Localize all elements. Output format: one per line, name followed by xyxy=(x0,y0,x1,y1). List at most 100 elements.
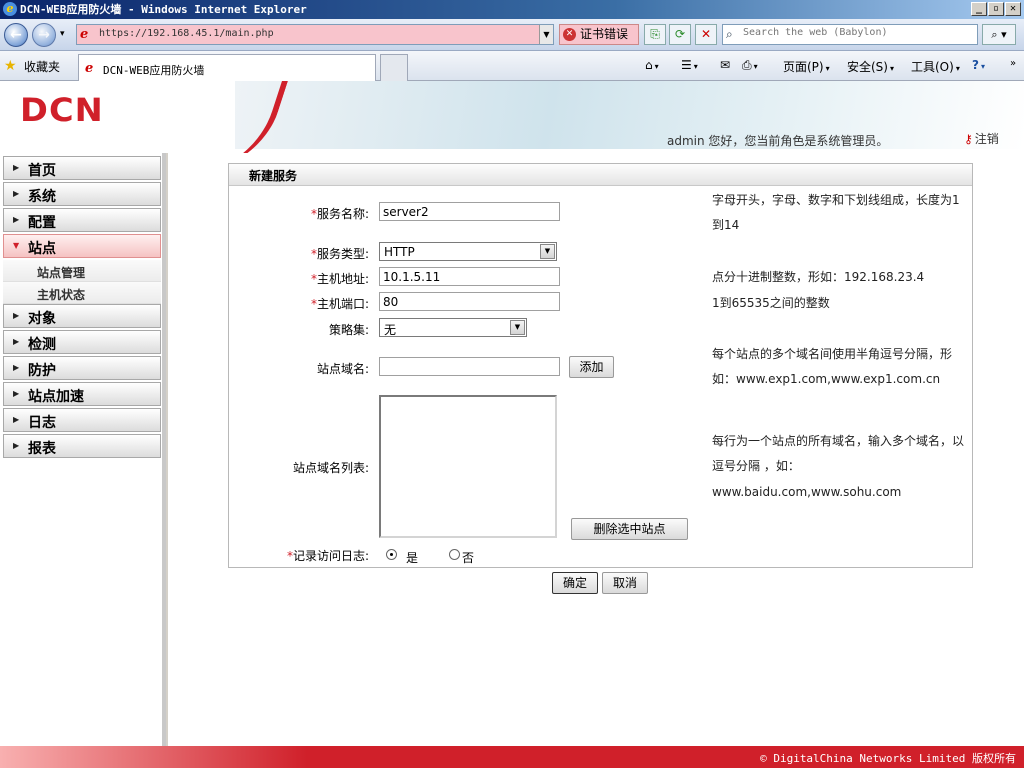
sidebar-subitem-site-management[interactable]: 站点管理 xyxy=(3,260,161,282)
panel-title: 新建服务 xyxy=(249,169,298,183)
policy-set-value: 无 xyxy=(384,323,397,337)
safety-menu-label: 安全(S) xyxy=(847,60,888,74)
maximize-button[interactable]: ▫ xyxy=(988,2,1004,16)
new-tab-button[interactable] xyxy=(380,54,408,81)
cancel-button[interactable]: 取消 xyxy=(602,572,648,594)
home-icon[interactable]: ⌂ ▾ xyxy=(645,58,659,72)
refresh-icon[interactable]: ⟳ xyxy=(669,24,691,45)
print-icon[interactable]: ⎙ ▾ xyxy=(742,58,758,73)
site-domain-help: 每个站点的多个域名间使用半角逗号分隔，形如：www.exp1.com,www.e… xyxy=(712,347,953,386)
sidebar-nav: ▶ 首页 ▶ 系统 ▶ 配置 ▼ 站点 站点管理 主机状态 ▶ 对象 ▶ 检测 ▶ 防护 ▶ 站… xyxy=(0,153,166,746)
page-menu-label: 页面(P) xyxy=(783,60,824,74)
service-type-label: *服务类型: xyxy=(269,245,369,262)
key-icon: ⚷ xyxy=(964,132,973,146)
sidebar-item-site-acceleration[interactable]: ▶ 站点加速 xyxy=(3,382,161,406)
site-domain-input[interactable] xyxy=(379,357,560,376)
help-icon[interactable]: ? ▾ xyxy=(972,58,985,72)
logout-label: 注销 xyxy=(974,132,999,146)
site-domain-label: 站点域名: xyxy=(316,362,369,376)
service-name-input[interactable] xyxy=(379,202,560,221)
chevron-down-icon: ▼ xyxy=(13,241,20,250)
chevron-right-icon: ▶ xyxy=(13,415,20,424)
access-log-no-label: 否 xyxy=(462,551,475,565)
chevron-down-icon: ▼ xyxy=(540,244,555,259)
host-address-help: 点分十进制整数，形如：192.168.23.4 xyxy=(712,270,925,284)
tools-menu[interactable]: 工具(O) ▾ xyxy=(911,58,960,75)
certificate-error-label: 证书错误 xyxy=(580,27,629,41)
label-text: 服务名称: xyxy=(316,207,369,221)
sidebar-item-home[interactable]: ▶ 首页 xyxy=(3,156,161,180)
chevron-right-icon: ▶ xyxy=(13,215,20,224)
ie-page-icon: e xyxy=(80,27,89,42)
back-button[interactable]: ← xyxy=(4,23,28,47)
sidebar-item-logs[interactable]: ▶ 日志 xyxy=(3,408,161,432)
sidebar-item-label: 防护 xyxy=(28,363,56,379)
sidebar-item-label: 首页 xyxy=(28,163,56,179)
forward-button[interactable]: → xyxy=(32,23,56,47)
chevron-right-icon: ▶ xyxy=(13,389,20,398)
sidebar-item-system[interactable]: ▶ 系统 xyxy=(3,182,161,206)
address-field[interactable]: e https://192.168.45.1/main.php ▼ xyxy=(76,24,554,45)
address-dropdown-icon[interactable]: ▼ xyxy=(539,25,553,44)
chevron-right-icon: ▶ xyxy=(13,363,20,372)
certificate-error-button[interactable]: ✕ 证书错误 xyxy=(559,24,639,45)
sidebar-subitem-label: 主机状态 xyxy=(37,288,86,302)
tab-ie-icon: e xyxy=(85,61,94,76)
access-log-yes-radio[interactable] xyxy=(386,549,397,560)
policy-set-select[interactable]: 无 ▼ xyxy=(379,318,527,337)
sidebar-subitem-host-status[interactable]: 主机状态 xyxy=(3,282,161,304)
chevron-right-icon: ▶ xyxy=(13,189,20,198)
read-mail-icon[interactable]: ✉ xyxy=(720,58,730,72)
host-port-input[interactable] xyxy=(379,292,560,311)
chevron-right-icon: ▶ xyxy=(13,163,20,172)
sidebar-item-reports[interactable]: ▶ 报表 xyxy=(3,434,161,458)
sidebar-splitter[interactable] xyxy=(162,153,166,746)
domain-list-example: www.baidu.com,www.sohu.com xyxy=(712,485,902,499)
close-window-button[interactable]: ✕ xyxy=(1005,2,1021,16)
tab-title: DCN-WEB应用防火墙 xyxy=(103,64,205,77)
favorites-label[interactable]: 收藏夹 xyxy=(24,58,60,75)
url-text[interactable]: https://192.168.45.1/main.php xyxy=(99,28,274,39)
sidebar-item-site[interactable]: ▼ 站点 xyxy=(3,234,161,258)
domain-list-box[interactable] xyxy=(379,395,557,538)
overflow-chevron-icon[interactable]: » xyxy=(1010,58,1016,69)
sidebar-item-protection[interactable]: ▶ 防护 xyxy=(3,356,161,380)
panel-title-bar: 新建服务 xyxy=(229,164,972,186)
history-dropdown-icon[interactable]: ▾ xyxy=(60,29,65,39)
ie-logo-icon: e xyxy=(3,2,17,16)
safety-menu[interactable]: 安全(S) ▾ xyxy=(847,58,894,75)
sidebar-item-config[interactable]: ▶ 配置 xyxy=(3,208,161,232)
logout-link[interactable]: ⚷ 注销 xyxy=(964,130,999,147)
search-go-button[interactable]: ⌕ ▾ xyxy=(982,24,1016,45)
minimize-button[interactable]: _ xyxy=(971,2,987,16)
sidebar-item-label: 配置 xyxy=(28,215,56,231)
delete-selected-site-button[interactable]: 删除选中站点 xyxy=(571,518,688,540)
access-log-yes-label: 是 xyxy=(406,551,419,565)
compatibility-icon[interactable]: ⎘ xyxy=(644,24,666,45)
chevron-right-icon: ▶ xyxy=(13,441,20,450)
header-banner xyxy=(235,81,1024,149)
host-address-label: *主机地址: xyxy=(269,270,369,287)
search-icon: ⌕ xyxy=(726,27,733,41)
favorites-star-icon[interactable]: ★ xyxy=(4,58,17,74)
host-address-input[interactable] xyxy=(379,267,560,286)
service-type-select[interactable]: HTTP ▼ xyxy=(379,242,557,261)
service-name-help: 字母开头，字母、数字和下划线组成，长度为1到14 xyxy=(712,193,960,232)
sidebar-item-detection[interactable]: ▶ 检测 xyxy=(3,330,161,354)
policy-set-label: 策略集: xyxy=(328,323,369,337)
ok-button[interactable]: 确定 xyxy=(552,572,598,594)
page-menu[interactable]: 页面(P) ▾ xyxy=(783,58,830,75)
chevron-right-icon: ▶ xyxy=(13,337,20,346)
sidebar-item-label: 报表 xyxy=(28,441,56,457)
sidebar-item-label: 对象 xyxy=(28,311,56,327)
feeds-icon[interactable]: ☰ ▾ xyxy=(681,58,698,72)
add-domain-button[interactable]: 添加 xyxy=(569,356,614,378)
sidebar-item-object[interactable]: ▶ 对象 xyxy=(3,304,161,328)
stop-icon[interactable]: ✕ xyxy=(695,24,717,45)
new-service-panel: 新建服务 *服务名称: 字母开头，字母、数字和下划线组成，长度为1到14 *服务… xyxy=(228,163,973,568)
search-box[interactable]: ⌕ xyxy=(722,24,978,45)
access-log-no-radio[interactable] xyxy=(449,549,460,560)
dcn-logo: DCN xyxy=(20,91,104,129)
search-input[interactable] xyxy=(743,27,973,38)
tab-active[interactable]: e DCN-WEB应用防火墙 xyxy=(78,54,376,81)
